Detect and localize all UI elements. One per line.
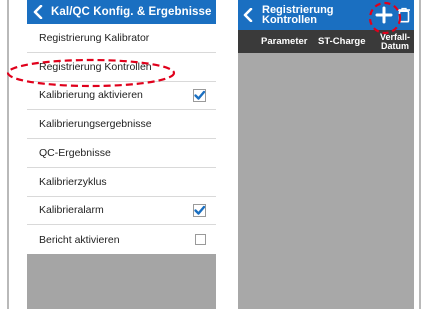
menu-item-label: Kalibrierung aktivieren [39, 89, 143, 102]
menu-item-label: Bericht aktivieren [39, 233, 120, 246]
menu-item-kalibrieralarm[interactable]: Kalibrieralarm [27, 196, 216, 226]
plus-icon[interactable] [375, 6, 393, 24]
menu-item-registrierung-kalibrator[interactable]: Registrierung Kalibrator [27, 24, 216, 53]
frame-line-right [419, 0, 421, 309]
menu-item-label: QC-Ergebnisse [39, 146, 111, 159]
page-title-line2: Kontrollen [262, 14, 317, 26]
menu-item-kalibrierzyklus[interactable]: Kalibrierzyklus [27, 167, 216, 197]
page-title: Registrierung Kontrollen [258, 5, 358, 26]
empty-area [27, 254, 216, 309]
back-arrow-icon[interactable] [27, 0, 49, 24]
settings-menu: Registrierung Kalibrator Registrierung K… [27, 24, 216, 254]
checkbox-checked-icon[interactable] [193, 203, 206, 217]
menu-item-label: Registrierung Kalibrator [39, 31, 150, 44]
column-header-verfall-datum[interactable]: Verfall- Datum [376, 30, 414, 53]
checkbox-checked-icon[interactable] [193, 88, 206, 102]
menu-item-qc-ergebnisse[interactable]: QC-Ergebnisse [27, 139, 216, 168]
menu-item-bericht-aktivieren[interactable]: Bericht aktivieren [27, 225, 216, 254]
menu-item-label: Kalibrierzyklus [39, 175, 107, 188]
checkbox-unchecked-icon[interactable] [195, 234, 206, 246]
menu-item-kalibrierungsergebnisse[interactable]: Kalibrierungsergebnisse [27, 110, 216, 139]
left-header-bar: Kal/QC Konfig. & Ergebnisse [27, 0, 216, 24]
column-header-parameter[interactable]: Parameter [261, 30, 307, 53]
table-header: Parameter ST-Charge Verfall- Datum [238, 30, 414, 53]
menu-item-label: Kalibrierungsergebnisse [39, 118, 152, 131]
menu-item-label: Kalibrieralarm [39, 204, 104, 217]
frame-line-left [7, 0, 9, 309]
trash-icon[interactable] [397, 7, 411, 23]
right-phone-screen: Registrierung Kontrollen Parameter ST-Ch… [238, 0, 414, 309]
page-title: Kal/QC Konfig. & Ergebnisse [51, 6, 212, 18]
column-header-st-charge[interactable]: ST-Charge [318, 30, 366, 53]
left-phone-screen: Kal/QC Konfig. & Ergebnisse Registrierun… [27, 0, 216, 309]
menu-item-kalibrierung-aktivieren[interactable]: Kalibrierung aktivieren [27, 81, 216, 111]
menu-item-label: Registrierung Kontrollen [39, 60, 152, 73]
column-header-date-line2: Datum [380, 40, 409, 51]
back-arrow-icon[interactable] [238, 0, 258, 30]
menu-item-registrierung-kontrollen[interactable]: Registrierung Kontrollen [27, 52, 216, 82]
right-header-bar: Registrierung Kontrollen [238, 0, 414, 30]
